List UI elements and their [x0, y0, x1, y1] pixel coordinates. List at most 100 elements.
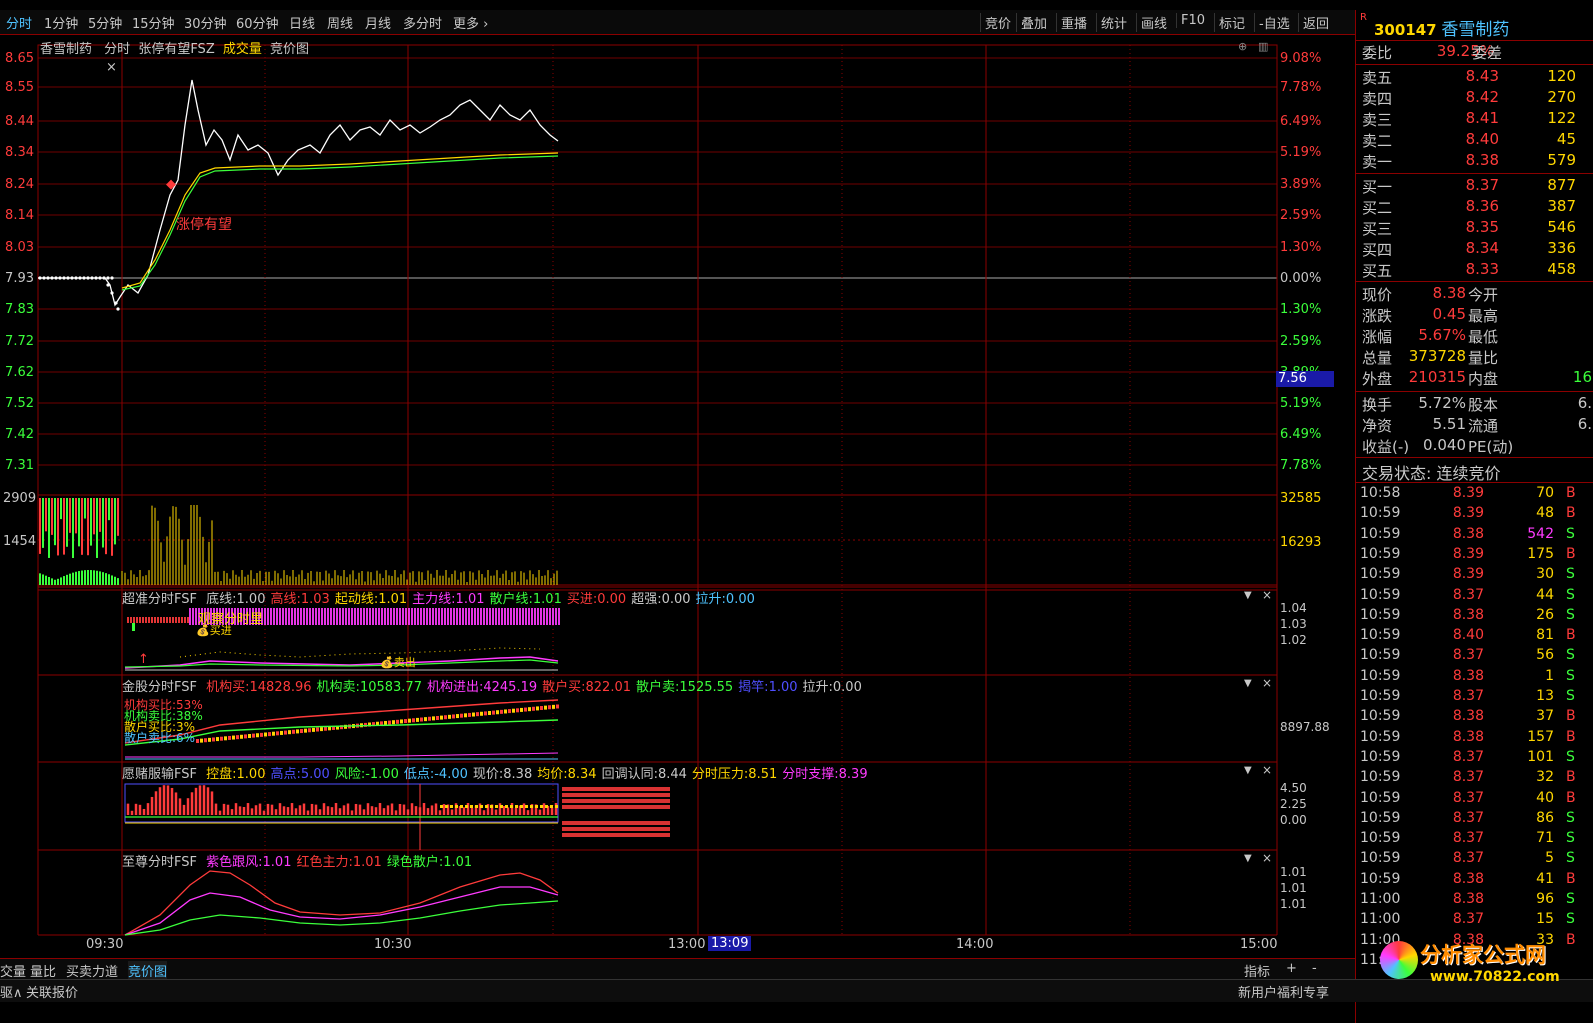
indicator-button[interactable]: 指标 — [1244, 961, 1270, 980]
chart-area[interactable]: 8.65 9.08% 8.55 7.78% 8.44 6.49% 8.34 5.19% 8.24… — [0, 35, 1355, 955]
related-quote-link[interactable]: 关联报价 — [26, 982, 78, 1001]
f10-button[interactable]: F10 — [1176, 13, 1209, 28]
buy-level-4[interactable]: 买四 8.34 336 — [1356, 239, 1593, 260]
tab-fenshi[interactable]: 分时 — [6, 13, 32, 32]
ind1-item-label: 买进: — [566, 592, 598, 607]
tab-week[interactable]: 周线 — [327, 13, 353, 32]
tick-row[interactable]: 10:59 8.37 71 S — [1356, 830, 1593, 850]
plus-button[interactable]: + — [1286, 961, 1297, 976]
tick-row[interactable]: 10:59 8.37 32 B — [1356, 769, 1593, 789]
ind3-dropdown-icon[interactable]: ▼ — [1244, 765, 1252, 776]
ind2-block — [388, 720, 391, 725]
tab-5min[interactable]: 5分钟 — [88, 13, 122, 32]
tab-60min[interactable]: 60分钟 — [236, 13, 279, 32]
tab-30min[interactable]: 30分钟 — [184, 13, 227, 32]
buy-level-1[interactable]: 买一 8.37 877 — [1356, 176, 1593, 197]
tab-more[interactable]: 更多 › — [453, 13, 488, 32]
ind4-line-green — [124, 900, 559, 936]
tick-row[interactable]: 10:59 8.38 37 B — [1356, 708, 1593, 728]
tab-buysell-power[interactable]: 买卖力道 — [66, 961, 118, 980]
tab-1min[interactable]: 1分钟 — [44, 13, 78, 32]
tab-volume-ratio[interactable]: 量比 — [30, 961, 56, 980]
formula-label[interactable]: 张停有望FSZ — [138, 42, 214, 57]
tick-row[interactable]: 10:59 8.37 40 B — [1356, 790, 1593, 810]
buy-level-5[interactable]: 买五 8.33 458 — [1356, 260, 1593, 281]
ind2-block — [440, 715, 443, 720]
tick-row[interactable]: 10:59 8.37 86 S — [1356, 810, 1593, 830]
sell-level-5[interactable]: 卖五 8.43 120 — [1356, 67, 1593, 88]
ind2-block — [504, 709, 507, 714]
tab-volume[interactable]: 交量 — [0, 961, 26, 980]
tick-row[interactable]: 10:59 8.37 56 S — [1356, 647, 1593, 667]
auction-dot — [102, 276, 106, 280]
buy-price: 8.33 — [1465, 260, 1499, 278]
back-button[interactable]: 返回 — [1298, 13, 1333, 32]
ind3-dot — [535, 805, 538, 808]
tab-day[interactable]: 日线 — [289, 13, 315, 32]
overlay-button[interactable]: 叠加 — [1016, 13, 1051, 32]
ind1-title[interactable]: 超准分时FSF — [122, 592, 197, 607]
ind1-dropdown-icon[interactable]: ▼ — [1244, 590, 1252, 601]
ind3-close-icon[interactable]: × — [1262, 763, 1272, 777]
ind2-close-icon[interactable]: × — [1262, 676, 1272, 690]
volume-label[interactable]: 成交量 — [223, 42, 262, 57]
tick-volume: 30 — [1536, 566, 1554, 583]
close-icon[interactable]: × — [106, 60, 117, 75]
auction-dot — [90, 276, 94, 280]
tick-row[interactable]: 11:00 8.37 15 S — [1356, 911, 1593, 931]
sell-level-1[interactable]: 卖一 8.38 579 — [1356, 151, 1593, 172]
price-chart — [38, 79, 559, 311]
promo-link[interactable]: 新用户福利专享 — [1238, 982, 1329, 1001]
tick-time: 10:58 — [1360, 485, 1401, 501]
sell-level-3[interactable]: 卖三 8.41 122 — [1356, 109, 1593, 130]
draw-button[interactable]: 画线 — [1136, 13, 1171, 32]
tick-row[interactable]: 10:59 8.37 101 S — [1356, 749, 1593, 769]
chart-labels — [562, 787, 670, 837]
ind2-title[interactable]: 金股分时FSF — [122, 680, 197, 695]
mark-button[interactable]: 标记 — [1214, 13, 1249, 32]
sell-level-2[interactable]: 卖二 8.40 45 — [1356, 130, 1593, 151]
tick-row[interactable]: 10:59 8.38 542 S — [1356, 526, 1593, 546]
auction-label[interactable]: 竞价图 — [270, 42, 309, 57]
ind1-close-icon[interactable]: × — [1262, 588, 1272, 602]
tick-side: S — [1566, 891, 1575, 907]
ind3-title[interactable]: 愿赌服输FSF — [122, 767, 197, 782]
ind2-dropdown-icon[interactable]: ▼ — [1244, 678, 1252, 689]
tick-row[interactable]: 10:59 8.37 5 S — [1356, 850, 1593, 870]
buy-level-2[interactable]: 买二 8.36 387 — [1356, 197, 1593, 218]
buy-price: 8.34 — [1465, 239, 1499, 257]
sell-level-4[interactable]: 卖四 8.42 270 — [1356, 88, 1593, 109]
chevron-right-icon: › — [479, 17, 489, 32]
tab-auction-chart[interactable]: 竞价图 — [128, 961, 168, 980]
tick-row[interactable]: 10:59 8.38 26 S — [1356, 607, 1593, 627]
panel-icon[interactable]: ▥ — [1258, 40, 1268, 53]
zoom-icon[interactable]: ⊕ — [1238, 40, 1247, 53]
ind2-line-net — [125, 752, 559, 758]
stats-button[interactable]: 统计 — [1096, 13, 1131, 32]
tick-row[interactable]: 10:59 8.37 44 S — [1356, 587, 1593, 607]
minus-button[interactable]: - — [1312, 961, 1317, 976]
tick-row[interactable]: 11:00 8.38 96 S — [1356, 891, 1593, 911]
tick-row[interactable]: 10:59 8.38 41 B — [1356, 871, 1593, 891]
buy-level-3[interactable]: 买三 8.35 546 — [1356, 218, 1593, 239]
ind4-close-icon[interactable]: × — [1262, 851, 1272, 865]
tick-row[interactable]: 10:59 8.38 1 S — [1356, 668, 1593, 688]
ind4-title[interactable]: 至尊分时FSF — [122, 855, 197, 870]
tab-month[interactable]: 月线 — [365, 13, 391, 32]
tick-row[interactable]: 10:59 8.39 48 B — [1356, 505, 1593, 525]
tab-15min[interactable]: 15分钟 — [132, 13, 175, 32]
tick-row[interactable]: 10:59 8.38 157 B — [1356, 729, 1593, 749]
tick-row[interactable]: 10:58 8.39 70 B — [1356, 485, 1593, 505]
tick-volume: 175 — [1527, 545, 1554, 562]
ind4-dropdown-icon[interactable]: ▼ — [1244, 853, 1252, 864]
tick-row[interactable]: 10:59 8.39 175 B — [1356, 546, 1593, 566]
tick-row[interactable]: 10:59 8.40 81 B — [1356, 627, 1593, 647]
replay-button[interactable]: 重播 — [1056, 13, 1091, 32]
tab-multi[interactable]: 多分时 — [403, 13, 442, 32]
sell-price: 8.42 — [1465, 88, 1499, 106]
watchlist-button[interactable]: -自选 — [1254, 13, 1294, 32]
tick-row[interactable]: 10:59 8.37 13 S — [1356, 688, 1593, 708]
auction-button[interactable]: 竞价 — [980, 13, 1015, 32]
status-left[interactable]: 驱∧ — [0, 982, 23, 1001]
tick-row[interactable]: 10:59 8.39 30 S — [1356, 566, 1593, 586]
